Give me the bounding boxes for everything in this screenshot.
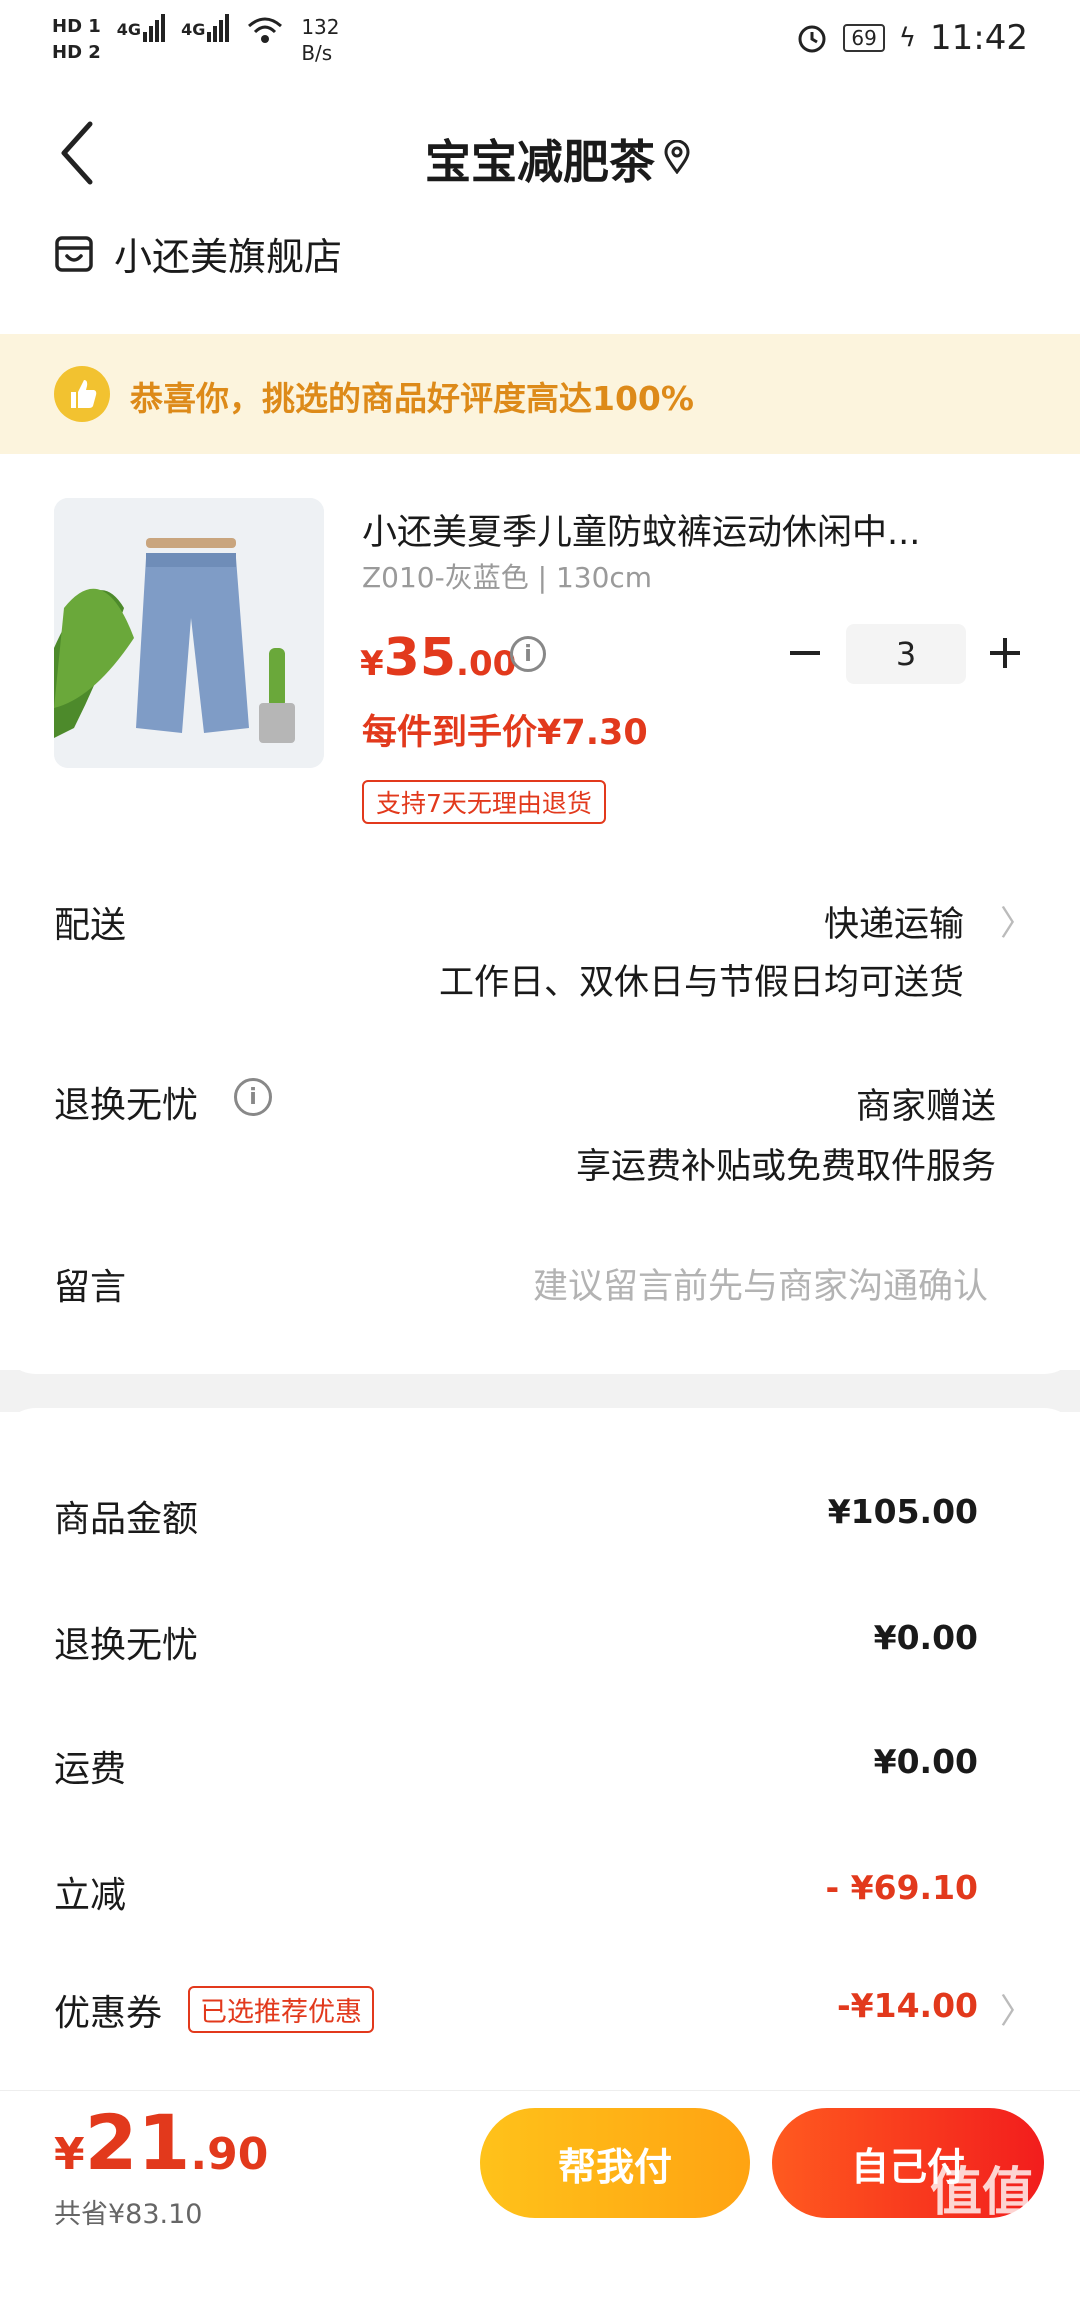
return-info-icon[interactable]: i — [234, 1078, 272, 1116]
net-speed-unit: B/s — [301, 41, 333, 65]
net-speed: 132 — [301, 15, 340, 39]
coupon-label: 优惠券 — [54, 1993, 163, 2034]
delivery-note: 工作日、双休日与节假日均可送货 — [438, 963, 964, 1003]
network-status: HD 1 HD 2 4G 4G 132 B/s — [52, 14, 340, 66]
product-title[interactable]: 小还美夏季儿童防蚊裤运动休闲中... — [362, 504, 920, 555]
return-policy-tag: 支持7天无理由退货 — [362, 780, 606, 824]
signal-icon-1: 4G — [117, 14, 166, 42]
coupon-chevron-icon[interactable]: 〉 — [1000, 1984, 1034, 2033]
return-fee-label: 退换无忧 — [54, 1625, 199, 1666]
coupon-tag[interactable]: 已选推荐优惠 — [188, 1986, 374, 2033]
clock: 11:42 — [930, 18, 1028, 58]
shipping-value: ¥0.00 — [873, 1742, 978, 1781]
store-name: 小还美旗舰店 — [114, 235, 343, 279]
sim1-label: HD 1 — [52, 16, 101, 37]
summary-card-top — [0, 1408, 1080, 1448]
return-label: 退换无忧 — [54, 1085, 199, 1126]
delivery-label: 配送 — [54, 905, 127, 946]
status-right: 69 ϟ 11:42 — [795, 18, 1028, 58]
increase-quantity-button-v[interactable] — [1003, 638, 1007, 668]
product-price: ¥ 35 .00 — [360, 628, 516, 688]
price-currency: ¥ — [360, 644, 384, 684]
total-decimal: .90 — [190, 2129, 269, 2180]
location-pin-icon[interactable] — [662, 140, 692, 174]
card-bottom — [0, 1330, 1080, 1374]
wifi-icon — [248, 17, 283, 43]
message-label: 留言 — [54, 1267, 127, 1308]
battery-level: 69 — [843, 24, 885, 52]
message-input[interactable]: 建议留言前先与商家沟通确认 — [533, 1258, 988, 1309]
delivery-chevron-icon[interactable]: 〉 — [1000, 896, 1034, 945]
status-bar: HD 1 HD 2 4G 4G 132 B/s 69 ϟ 11:42 — [0, 0, 1080, 80]
alarm-icon — [798, 25, 826, 53]
return-value: 商家赠送 — [855, 1087, 996, 1127]
thumbs-up-icon — [54, 366, 110, 422]
product-image[interactable] — [54, 498, 324, 768]
goods-amount-label: 商品金额 — [54, 1499, 199, 1540]
store-icon — [55, 235, 93, 272]
return-fee-value: ¥0.00 — [873, 1618, 978, 1657]
coupon-value[interactable]: -¥14.00 — [837, 1986, 978, 2025]
page-title: 宝宝减肥茶 — [425, 135, 655, 189]
price-decimal: .00 — [456, 644, 517, 684]
store-row[interactable]: 小还美旗舰店 — [54, 226, 342, 281]
watermark: 值值值 — [930, 2163, 1035, 2298]
total-integer: 21 — [84, 2098, 191, 2187]
decrease-quantity-button[interactable] — [790, 651, 820, 655]
discount-value: - ¥69.10 — [825, 1868, 978, 1907]
saved-amount: 共省¥83.10 — [54, 2199, 203, 2230]
section-divider — [0, 1370, 1080, 1412]
help-me-pay-button[interactable]: 帮我付 — [480, 2108, 750, 2218]
price-integer: 35 — [383, 628, 457, 688]
sim2-label: HD 2 — [52, 42, 101, 63]
product-spec: Z010-灰蓝色 | 130cm — [362, 561, 653, 594]
total-currency: ¥ — [54, 2129, 85, 2180]
unit-price: 每件到手价¥7.30 — [362, 713, 648, 753]
banner-text: 恭喜你，挑选的商品好评度高达100% — [130, 379, 694, 418]
signal-icon-2: 4G — [181, 14, 230, 42]
discount-label: 立减 — [54, 1875, 127, 1916]
return-note: 享运费补贴或免费取件服务 — [575, 1147, 996, 1187]
delivery-method[interactable]: 快递运输 — [824, 896, 964, 947]
shipping-label: 运费 — [54, 1749, 127, 1790]
charging-icon: ϟ — [898, 23, 917, 53]
total-price: ¥ 21 .90 — [54, 2098, 268, 2187]
price-info-icon[interactable]: i — [510, 636, 546, 672]
quantity-input[interactable]: 3 — [846, 624, 966, 684]
goods-amount-value: ¥105.00 — [827, 1492, 978, 1531]
